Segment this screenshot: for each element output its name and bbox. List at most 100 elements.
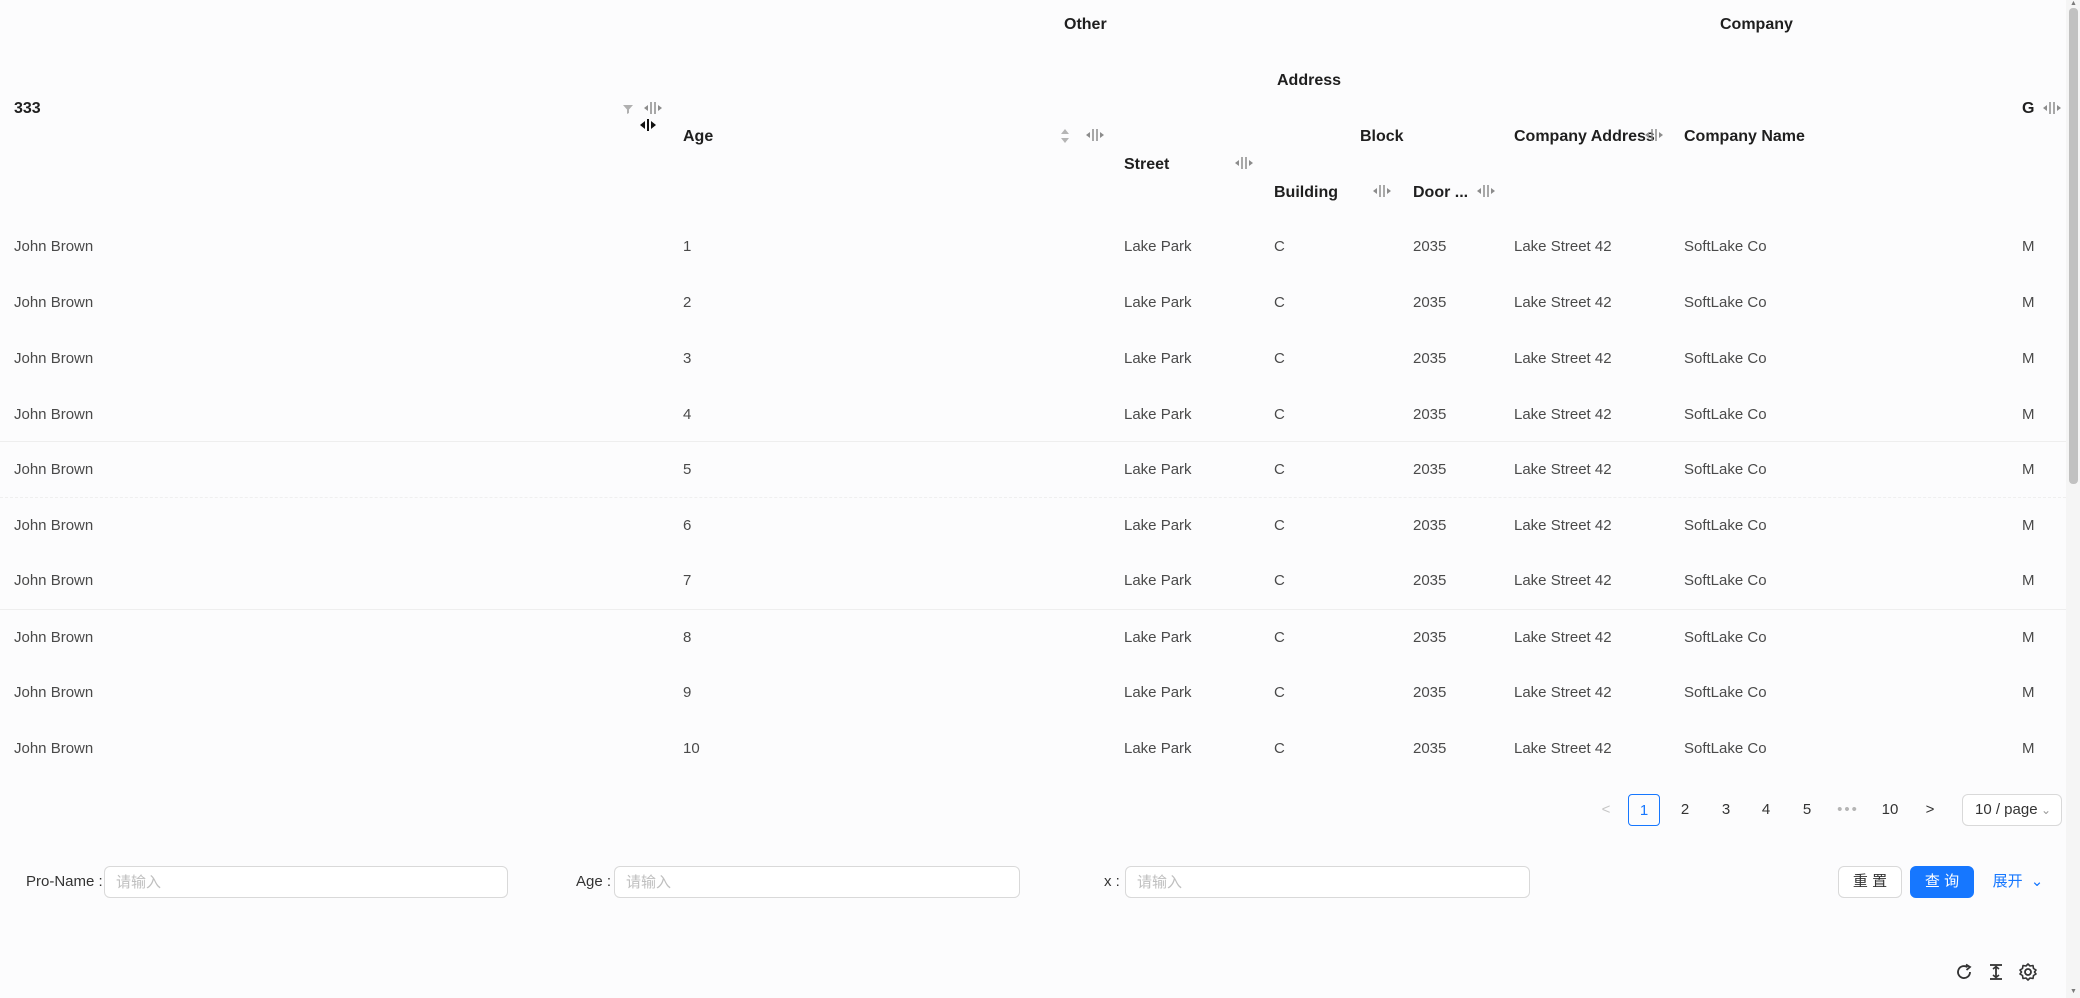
cell-street: Lake Park: [1124, 294, 1192, 311]
cell-gender: M: [2022, 517, 2035, 534]
cell-name: John Brown: [14, 461, 94, 478]
cell-gender: M: [2022, 350, 2035, 367]
header-group-company: Company: [1720, 16, 1793, 33]
age-input[interactable]: [614, 866, 1020, 898]
cell-name: John Brown: [14, 517, 94, 534]
table-row[interactable]: John Brown 9 Lake Park C 2035 Lake Stree…: [0, 665, 2066, 721]
header-name[interactable]: 333: [14, 100, 41, 118]
cell-company-address: Lake Street 42: [1514, 572, 1612, 589]
cell-age: 1: [683, 238, 692, 255]
column-resize-icon[interactable]: [1372, 183, 1392, 199]
pagination-page-5[interactable]: 5: [1791, 794, 1823, 826]
table-row[interactable]: John Brown 4 Lake Park C 2035 Lake Stree…: [0, 387, 2066, 443]
column-resize-icon[interactable]: [1085, 127, 1105, 143]
cell-gender: M: [2022, 294, 2035, 311]
cell-building: C: [1274, 406, 1285, 423]
cell-company-name: SoftLake Co: [1684, 350, 1767, 367]
filter-icon[interactable]: [622, 102, 634, 114]
cell-door: 2035: [1413, 684, 1447, 701]
cell-street: Lake Park: [1124, 406, 1192, 423]
table-row[interactable]: John Brown 10 Lake Park C 2035 Lake Stre…: [0, 721, 2066, 777]
pro-name-input[interactable]: [104, 866, 508, 898]
cell-building: C: [1274, 461, 1285, 478]
cell-age: 7: [683, 572, 692, 589]
column-resize-icon[interactable]: [1644, 127, 1664, 143]
cell-door: 2035: [1413, 406, 1447, 423]
column-resize-icon[interactable]: [1476, 183, 1496, 199]
cell-gender: M: [2022, 629, 2035, 646]
header-door-no[interactable]: Door ...: [1413, 184, 1468, 202]
pagination-page-4[interactable]: 4: [1750, 794, 1782, 826]
column-resize-icon[interactable]: [1234, 155, 1254, 171]
header-age[interactable]: Age: [683, 128, 713, 146]
column-resize-icon[interactable]: [2042, 100, 2062, 116]
reload-icon[interactable]: [1954, 962, 1974, 982]
table-row[interactable]: John Brown 5 Lake Park C 2035 Lake Stree…: [0, 441, 2066, 497]
pagination-page-2[interactable]: 2: [1669, 794, 1701, 826]
cell-company-address: Lake Street 42: [1514, 629, 1612, 646]
cell-door: 2035: [1413, 350, 1447, 367]
cell-building: C: [1274, 238, 1285, 255]
chevron-down-icon: ⌄: [2030, 873, 2044, 890]
scroll-up-icon[interactable]: ▲: [2069, 0, 2078, 8]
header-building[interactable]: Building: [1274, 184, 1338, 202]
table-row[interactable]: John Brown 1 Lake Park C 2035 Lake Stree…: [0, 219, 2066, 275]
cell-building: C: [1274, 740, 1285, 757]
cell-age: 4: [683, 406, 692, 423]
cell-company-name: SoftLake Co: [1684, 572, 1767, 589]
expand-button[interactable]: 展开 ⌄: [1990, 866, 2046, 898]
header-street[interactable]: Street: [1124, 156, 1169, 174]
cell-name: John Brown: [14, 238, 94, 255]
header-gender[interactable]: G: [2022, 100, 2034, 118]
cell-company-name: SoftLake Co: [1684, 517, 1767, 534]
settings-icon[interactable]: [2018, 962, 2038, 982]
resize-cursor-icon: [638, 117, 658, 133]
cell-street: Lake Park: [1124, 238, 1192, 255]
cell-age: 10: [683, 740, 700, 757]
pagination-page-3[interactable]: 3: [1710, 794, 1742, 826]
cell-age: 8: [683, 629, 692, 646]
cell-building: C: [1274, 629, 1285, 646]
table-row[interactable]: John Brown 2 Lake Park C 2035 Lake Stree…: [0, 275, 2066, 331]
scroll-down-icon[interactable]: ▼: [2069, 988, 2078, 996]
table-row[interactable]: John Brown 3 Lake Park C 2035 Lake Stree…: [0, 331, 2066, 387]
density-icon[interactable]: [1986, 962, 2006, 982]
x-input[interactable]: [1125, 866, 1530, 898]
reset-button[interactable]: 重 置: [1838, 866, 1902, 898]
pagination-jump-next[interactable]: •••: [1832, 794, 1864, 826]
expand-label: 展开: [1992, 873, 2023, 890]
pro-name-label: Pro-Name :: [26, 873, 103, 890]
table-row[interactable]: John Brown 6 Lake Park C 2035 Lake Stree…: [0, 497, 2066, 553]
pagination-page-10[interactable]: 10: [1874, 794, 1906, 826]
cell-name: John Brown: [14, 294, 94, 311]
sort-icon[interactable]: [1060, 127, 1070, 145]
cell-age: 9: [683, 684, 692, 701]
cell-company-name: SoftLake Co: [1684, 740, 1767, 757]
header-company-address[interactable]: Company Address: [1514, 128, 1655, 146]
header-company-name[interactable]: Company Name: [1684, 128, 1805, 146]
scroll-thumb[interactable]: [2069, 8, 2078, 484]
cell-age: 2: [683, 294, 692, 311]
pagination-next[interactable]: >: [1914, 794, 1946, 826]
cell-company-address: Lake Street 42: [1514, 350, 1612, 367]
pagination-page-1[interactable]: 1: [1628, 794, 1660, 826]
query-button[interactable]: 查 询: [1910, 866, 1974, 898]
column-resize-icon[interactable]: [643, 100, 663, 116]
vertical-scrollbar[interactable]: ▲ ▼: [2066, 0, 2080, 998]
header-group-other: Other: [1064, 16, 1107, 33]
page-size-select[interactable]: 10 / page ⌄: [1962, 794, 2062, 826]
table-row[interactable]: John Brown 8 Lake Park C 2035 Lake Stree…: [0, 609, 2066, 665]
cell-company-address: Lake Street 42: [1514, 740, 1612, 757]
cell-company-name: SoftLake Co: [1684, 406, 1767, 423]
age-label: Age :: [576, 873, 612, 890]
table-row[interactable]: John Brown 7 Lake Park C 2035 Lake Stree…: [0, 553, 2066, 609]
cell-door: 2035: [1413, 294, 1447, 311]
cell-gender: M: [2022, 684, 2035, 701]
chevron-down-icon: ⌄: [2040, 803, 2051, 817]
cell-company-address: Lake Street 42: [1514, 406, 1612, 423]
pagination-prev[interactable]: <: [1590, 794, 1622, 826]
header-group-address: Address: [1277, 72, 1342, 89]
cell-gender: M: [2022, 461, 2035, 478]
pagination: < 1 2 3 4 5 ••• 10 > 10 / page ⌄: [1590, 794, 2066, 826]
cell-gender: M: [2022, 740, 2035, 757]
